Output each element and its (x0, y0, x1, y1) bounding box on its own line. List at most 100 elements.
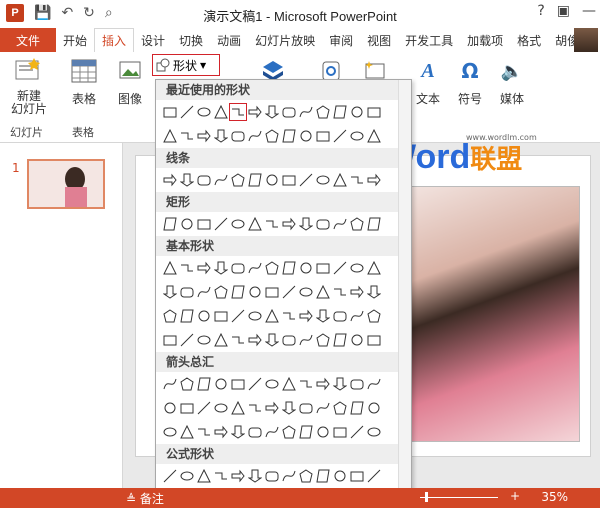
shape-item[interactable] (281, 468, 297, 484)
shape-item[interactable] (230, 332, 246, 348)
shape-item[interactable] (213, 128, 229, 144)
shape-item[interactable] (298, 424, 314, 440)
shape-item[interactable] (196, 468, 212, 484)
shape-item[interactable] (264, 332, 280, 348)
shape-item[interactable] (315, 468, 331, 484)
tab-review[interactable]: 审阅 (322, 28, 360, 52)
shape-item[interactable] (349, 104, 365, 120)
shape-item[interactable] (264, 284, 280, 300)
shape-item[interactable] (315, 424, 331, 440)
shape-item[interactable] (298, 284, 314, 300)
shape-item[interactable] (230, 308, 246, 324)
shape-item[interactable] (196, 400, 212, 416)
shape-item[interactable] (162, 260, 178, 276)
shape-item[interactable] (213, 308, 229, 324)
shape-item[interactable] (213, 376, 229, 392)
shape-item[interactable] (230, 216, 246, 232)
tab-transitions[interactable]: 切换 (172, 28, 210, 52)
shape-item[interactable] (179, 308, 195, 324)
shape-item[interactable] (281, 128, 297, 144)
shape-item[interactable] (162, 468, 178, 484)
shape-item[interactable] (247, 332, 263, 348)
shape-item[interactable] (349, 284, 365, 300)
shape-item[interactable] (179, 216, 195, 232)
table-button[interactable]: 表格 (66, 56, 102, 107)
shape-item[interactable] (247, 284, 263, 300)
zoom-level[interactable]: 35% (541, 490, 568, 504)
shape-item[interactable] (332, 332, 348, 348)
shape-item[interactable] (366, 260, 382, 276)
shape-item[interactable] (366, 216, 382, 232)
shape-item[interactable] (247, 400, 263, 416)
shape-item[interactable] (230, 284, 246, 300)
ribbon-display-icon[interactable]: ▣ (557, 3, 570, 19)
shape-item[interactable] (264, 216, 280, 232)
symbol-button[interactable]: Ω 符号 (452, 56, 488, 107)
shape-item[interactable] (179, 284, 195, 300)
shape-item[interactable] (264, 172, 280, 188)
shape-item[interactable] (366, 172, 382, 188)
shape-item[interactable] (213, 400, 229, 416)
shape-item[interactable] (162, 332, 178, 348)
shape-item[interactable] (315, 104, 331, 120)
shape-item[interactable] (247, 128, 263, 144)
shape-item[interactable] (281, 216, 297, 232)
avatar[interactable] (574, 28, 598, 52)
shape-item[interactable] (349, 400, 365, 416)
shape-item[interactable] (332, 284, 348, 300)
shape-item[interactable] (298, 468, 314, 484)
shape-item[interactable] (196, 332, 212, 348)
dropdown-scrollbar[interactable] (398, 80, 411, 489)
tab-file[interactable]: 文件 (0, 28, 56, 52)
shape-item[interactable] (349, 468, 365, 484)
shape-item[interactable] (315, 260, 331, 276)
tab-addins[interactable]: 加载项 (460, 28, 510, 52)
zoom-in-icon[interactable]: + (510, 489, 520, 503)
shape-item[interactable] (349, 376, 365, 392)
tab-developer[interactable]: 开发工具 (398, 28, 460, 52)
shape-item[interactable] (196, 260, 212, 276)
shape-item[interactable] (332, 424, 348, 440)
shape-item[interactable] (179, 172, 195, 188)
shape-item[interactable] (179, 104, 195, 120)
shape-item[interactable] (230, 424, 246, 440)
shape-item[interactable] (281, 376, 297, 392)
shape-item[interactable] (196, 128, 212, 144)
media-button[interactable]: 🔈 媒体 (494, 56, 530, 107)
shape-item[interactable] (298, 216, 314, 232)
shape-item[interactable] (315, 308, 331, 324)
shape-item[interactable] (162, 424, 178, 440)
shape-item[interactable] (213, 284, 229, 300)
zoom-slider[interactable] (420, 497, 498, 498)
shape-item[interactable] (366, 400, 382, 416)
text-button[interactable]: A 文本 (410, 56, 446, 107)
shape-item[interactable] (264, 128, 280, 144)
shape-item[interactable] (281, 424, 297, 440)
image-button[interactable]: 图像 (112, 56, 148, 107)
shape-item[interactable] (332, 172, 348, 188)
shape-item[interactable] (366, 424, 382, 440)
shape-item[interactable] (196, 216, 212, 232)
shape-item[interactable] (349, 424, 365, 440)
shape-item[interactable] (332, 216, 348, 232)
shape-item[interactable] (366, 376, 382, 392)
shape-item[interactable] (162, 284, 178, 300)
shape-item[interactable] (230, 376, 246, 392)
shape-item[interactable] (230, 172, 246, 188)
shape-item[interactable] (298, 332, 314, 348)
shape-item[interactable] (315, 172, 331, 188)
shape-item[interactable] (247, 172, 263, 188)
shape-item[interactable] (162, 172, 178, 188)
shape-item[interactable] (247, 376, 263, 392)
shape-item[interactable] (264, 468, 280, 484)
shape-item[interactable] (230, 128, 246, 144)
shape-item[interactable] (349, 332, 365, 348)
shape-item[interactable] (349, 216, 365, 232)
shape-item[interactable] (298, 104, 314, 120)
shape-item[interactable] (230, 400, 246, 416)
shape-item[interactable] (196, 104, 212, 120)
tab-format[interactable]: 格式 (510, 28, 548, 52)
minimize-icon[interactable]: — (582, 3, 596, 19)
tab-animations[interactable]: 动画 (210, 28, 248, 52)
shape-item[interactable] (315, 128, 331, 144)
